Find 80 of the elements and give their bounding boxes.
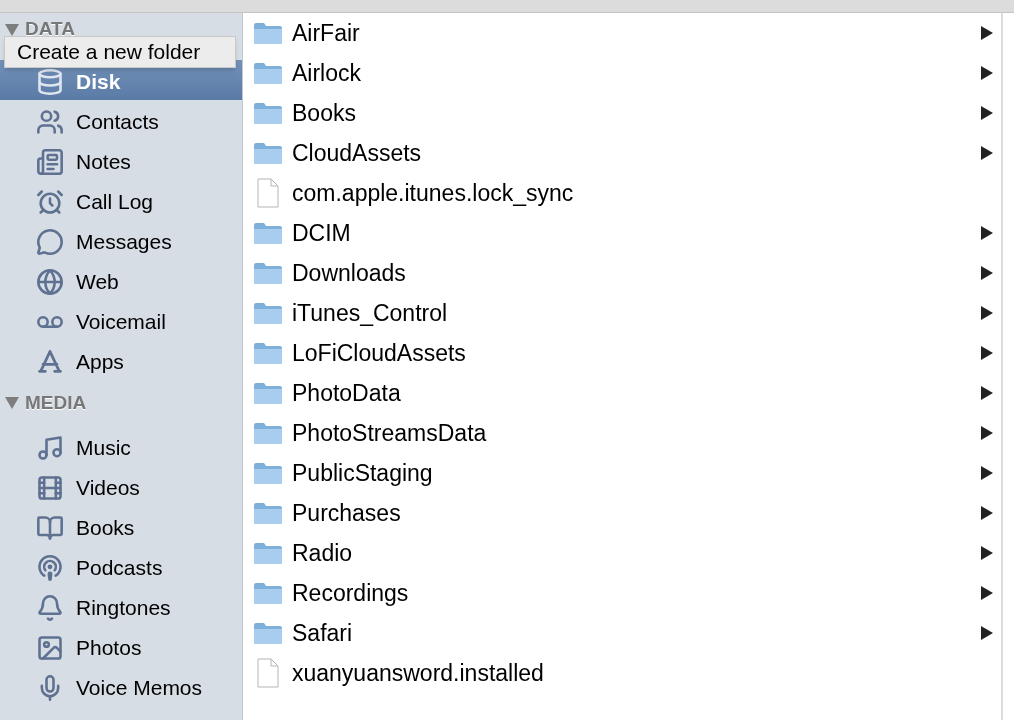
- sidebar-item[interactable]: Apps: [0, 340, 242, 380]
- sidebar-item[interactable]: Call Log: [0, 180, 242, 220]
- sidebar-item[interactable]: Messages: [0, 220, 242, 260]
- folder-icon: [253, 221, 283, 245]
- podcast-icon: [36, 554, 64, 582]
- speech-bubble-icon: [36, 228, 64, 256]
- file-row[interactable]: PhotoData: [253, 373, 993, 413]
- expand-arrow-icon[interactable]: [981, 506, 993, 520]
- document-icon: [257, 178, 279, 208]
- folder-icon: [253, 501, 283, 525]
- folder-icon: [253, 461, 283, 485]
- sidebar-item[interactable]: Videos: [0, 466, 242, 506]
- section-header: MEDIA: [25, 390, 87, 415]
- expand-arrow-icon[interactable]: [981, 626, 993, 640]
- expand-arrow-icon[interactable]: [981, 346, 993, 360]
- file-row[interactable]: Downloads: [253, 253, 993, 293]
- file-row[interactable]: AirFair: [253, 13, 993, 53]
- sidebar-item[interactable]: Voice Memos: [0, 666, 242, 706]
- file-row[interactable]: LoFiCloudAssets: [253, 333, 993, 373]
- expand-arrow-icon[interactable]: [981, 426, 993, 440]
- file-row[interactable]: Purchases: [253, 493, 993, 533]
- folder-icon: [253, 541, 283, 565]
- folder-icon: [253, 301, 283, 325]
- file-row[interactable]: PhotoStreamsData: [253, 413, 993, 453]
- database-icon: [36, 68, 64, 96]
- music-note-icon: [36, 434, 64, 462]
- file-row[interactable]: CloudAssets: [253, 133, 993, 173]
- expand-arrow-icon[interactable]: [981, 66, 993, 80]
- open-book-icon: [36, 514, 64, 542]
- file-row[interactable]: xuanyuansword.installed: [253, 653, 993, 693]
- folder-icon: [253, 581, 283, 605]
- globe-icon: [36, 268, 64, 296]
- file-row[interactable]: iTunes_Control: [253, 293, 993, 333]
- tooltip: Create a new folder: [4, 36, 236, 68]
- sidebar-item[interactable]: Ringtones: [0, 586, 242, 626]
- file-row[interactable]: com.apple.itunes.lock_sync: [253, 173, 993, 213]
- notes-icon: [36, 148, 64, 176]
- folder-icon: [253, 21, 283, 45]
- folder-icon: [253, 621, 283, 645]
- folder-icon: [253, 101, 283, 125]
- disclosure-triangle-icon[interactable]: [5, 397, 19, 409]
- film-strip-icon: [36, 474, 64, 502]
- letter-a-icon: [36, 348, 64, 376]
- expand-arrow-icon[interactable]: [981, 266, 993, 280]
- folder-icon: [253, 421, 283, 445]
- sidebar-item[interactable]: Web: [0, 260, 242, 300]
- sidebar-item[interactable]: Podcasts: [0, 546, 242, 586]
- expand-arrow-icon[interactable]: [981, 226, 993, 240]
- file-row[interactable]: Books: [253, 93, 993, 133]
- expand-arrow-icon[interactable]: [981, 546, 993, 560]
- clock-icon: [36, 188, 64, 216]
- picture-icon: [36, 634, 64, 662]
- expand-arrow-icon[interactable]: [981, 586, 993, 600]
- sidebar-item[interactable]: Music: [0, 426, 242, 466]
- people-icon: [36, 108, 64, 136]
- file-row[interactable]: DCIM: [253, 213, 993, 253]
- file-row[interactable]: Radio: [253, 533, 993, 573]
- folder-icon: [253, 141, 283, 165]
- expand-arrow-icon[interactable]: [981, 386, 993, 400]
- folder-icon: [253, 381, 283, 405]
- expand-arrow-icon[interactable]: [981, 306, 993, 320]
- expand-arrow-icon[interactable]: [981, 466, 993, 480]
- file-row[interactable]: Safari: [253, 613, 993, 653]
- expand-arrow-icon[interactable]: [981, 146, 993, 160]
- sidebar-item[interactable]: Contacts: [0, 100, 242, 140]
- sidebar-item[interactable]: Voicemail: [0, 300, 242, 340]
- expand-arrow-icon[interactable]: [981, 26, 993, 40]
- file-row[interactable]: Recordings: [253, 573, 993, 613]
- file-row[interactable]: Airlock: [253, 53, 993, 93]
- document-icon: [257, 658, 279, 688]
- sidebar-item[interactable]: Notes: [0, 140, 242, 180]
- sidebar-item[interactable]: Books: [0, 506, 242, 546]
- bell-icon: [36, 594, 64, 622]
- folder-icon: [253, 261, 283, 285]
- file-row[interactable]: PublicStaging: [253, 453, 993, 493]
- sidebar-item[interactable]: Photos: [0, 626, 242, 666]
- folder-icon: [253, 61, 283, 85]
- expand-arrow-icon[interactable]: [981, 106, 993, 120]
- folder-icon: [253, 341, 283, 365]
- disclosure-triangle-icon[interactable]: [5, 23, 19, 36]
